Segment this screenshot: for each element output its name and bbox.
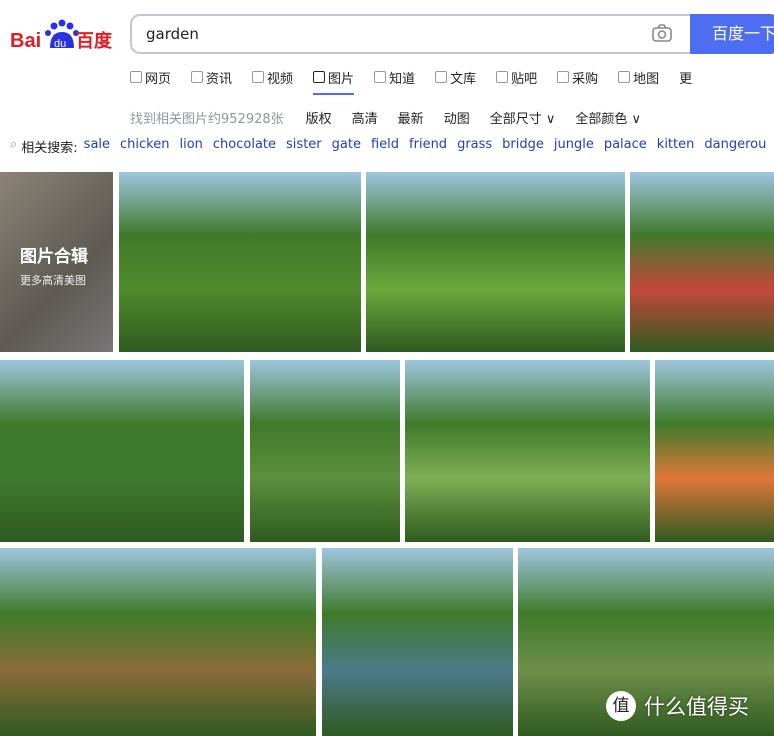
image-result[interactable] [119,172,361,352]
collection-title: 图片合辑 [20,247,88,267]
tab-label: 更 [679,71,693,87]
tab-1[interactable]: 资讯 [191,67,232,87]
video-icon [252,71,265,83]
filter-option[interactable]: 全部颜色 ∨ [575,108,641,127]
watermark: 值什么值得买 [606,691,749,721]
search-button[interactable]: 百度一下 [690,14,774,54]
related-label: 相关搜索: [21,141,78,156]
image-result[interactable] [0,360,244,542]
related-link[interactable]: grass [457,137,492,156]
tab-label: 文库 [450,71,477,87]
question-icon [374,71,387,83]
image-icon [313,71,326,83]
watermark-text: 什么值得买 [644,695,749,719]
related-link[interactable]: chicken [120,137,169,156]
tab-label: 资讯 [206,71,233,87]
image-result[interactable] [630,172,774,352]
baidu-logo[interactable]: Bai du 百度 [10,18,115,52]
tab-3[interactable]: 图片 [313,67,355,95]
related-link[interactable]: dangerou [704,137,766,156]
search-icon: ⌕ [10,137,18,152]
tab-label: 网页 [145,71,172,87]
related-link[interactable]: sister [286,137,322,156]
filter-option[interactable]: 动图 [444,108,470,127]
image-result[interactable] [250,360,400,542]
tab-4[interactable]: 知道 [374,67,415,87]
collection-subtitle: 更多高清美图 [20,274,86,287]
camera-icon[interactable] [652,24,672,42]
watermark-badge: 值 [606,691,636,721]
tab-label: 视频 [267,71,294,87]
tab-6[interactable]: 贴吧 [496,67,537,87]
filter-bar: 找到相关图片约952928张 版权 高清 最新 动图 全部尺寸 ∨ 全部颜色 ∨ [130,108,661,127]
shop-icon [557,71,570,83]
tab-label: 图片 [328,71,355,87]
doc-icon [435,71,448,83]
related-link[interactable]: friend [409,137,447,156]
search-input[interactable]: garden [130,14,692,54]
tab-2[interactable]: 视频 [252,67,293,87]
search-icon [130,71,142,83]
svg-text:Bai: Bai [10,30,41,52]
related-link[interactable]: palace [604,137,647,156]
related-searches: ⌕ 相关搜索: sale chicken lion chocolate sister ga… [10,137,774,156]
related-link[interactable]: chocolate [213,137,276,156]
filter-option[interactable]: 高清 [352,108,378,127]
tab-label: 贴吧 [511,71,538,87]
news-icon [191,71,204,83]
filter-option[interactable]: 最新 [398,108,424,127]
collection-tile[interactable]: 图片合辑 更多高清美图 [0,172,113,352]
related-link[interactable]: jungle [554,137,594,156]
image-result[interactable] [405,360,650,542]
tab-label: 地图 [633,71,660,87]
tab-9[interactable]: 更 [679,67,692,87]
filter-option[interactable]: 全部尺寸 ∨ [490,108,556,127]
tab-7[interactable]: 采购 [557,67,598,87]
tab-label: 知道 [389,71,416,87]
related-link[interactable]: bridge [502,137,544,156]
related-link[interactable]: gate [332,137,361,156]
filter-option[interactable]: 版权 [306,108,332,127]
related-link[interactable]: field [371,137,399,156]
result-count: 找到相关图片约952928张 [130,112,284,127]
image-result[interactable] [322,548,513,736]
image-result[interactable] [0,548,316,736]
tab-8[interactable]: 地图 [618,67,659,87]
tab-5[interactable]: 文库 [435,67,476,87]
related-link[interactable]: sale [84,137,110,156]
nav-tabs: 网页 资讯 视频 图片 知道 文库 贴吧 采购 地图 更 [130,67,712,95]
image-result[interactable] [366,172,625,352]
tieba-icon [496,71,509,83]
tab-label: 采购 [572,71,599,87]
map-icon [618,71,631,83]
tab-0[interactable]: 网页 [130,67,171,87]
related-link[interactable]: lion [179,137,202,156]
svg-text:du: du [54,38,66,50]
image-result[interactable] [655,360,774,542]
svg-text:百度: 百度 [76,30,113,52]
related-link[interactable]: kitten [657,137,695,156]
